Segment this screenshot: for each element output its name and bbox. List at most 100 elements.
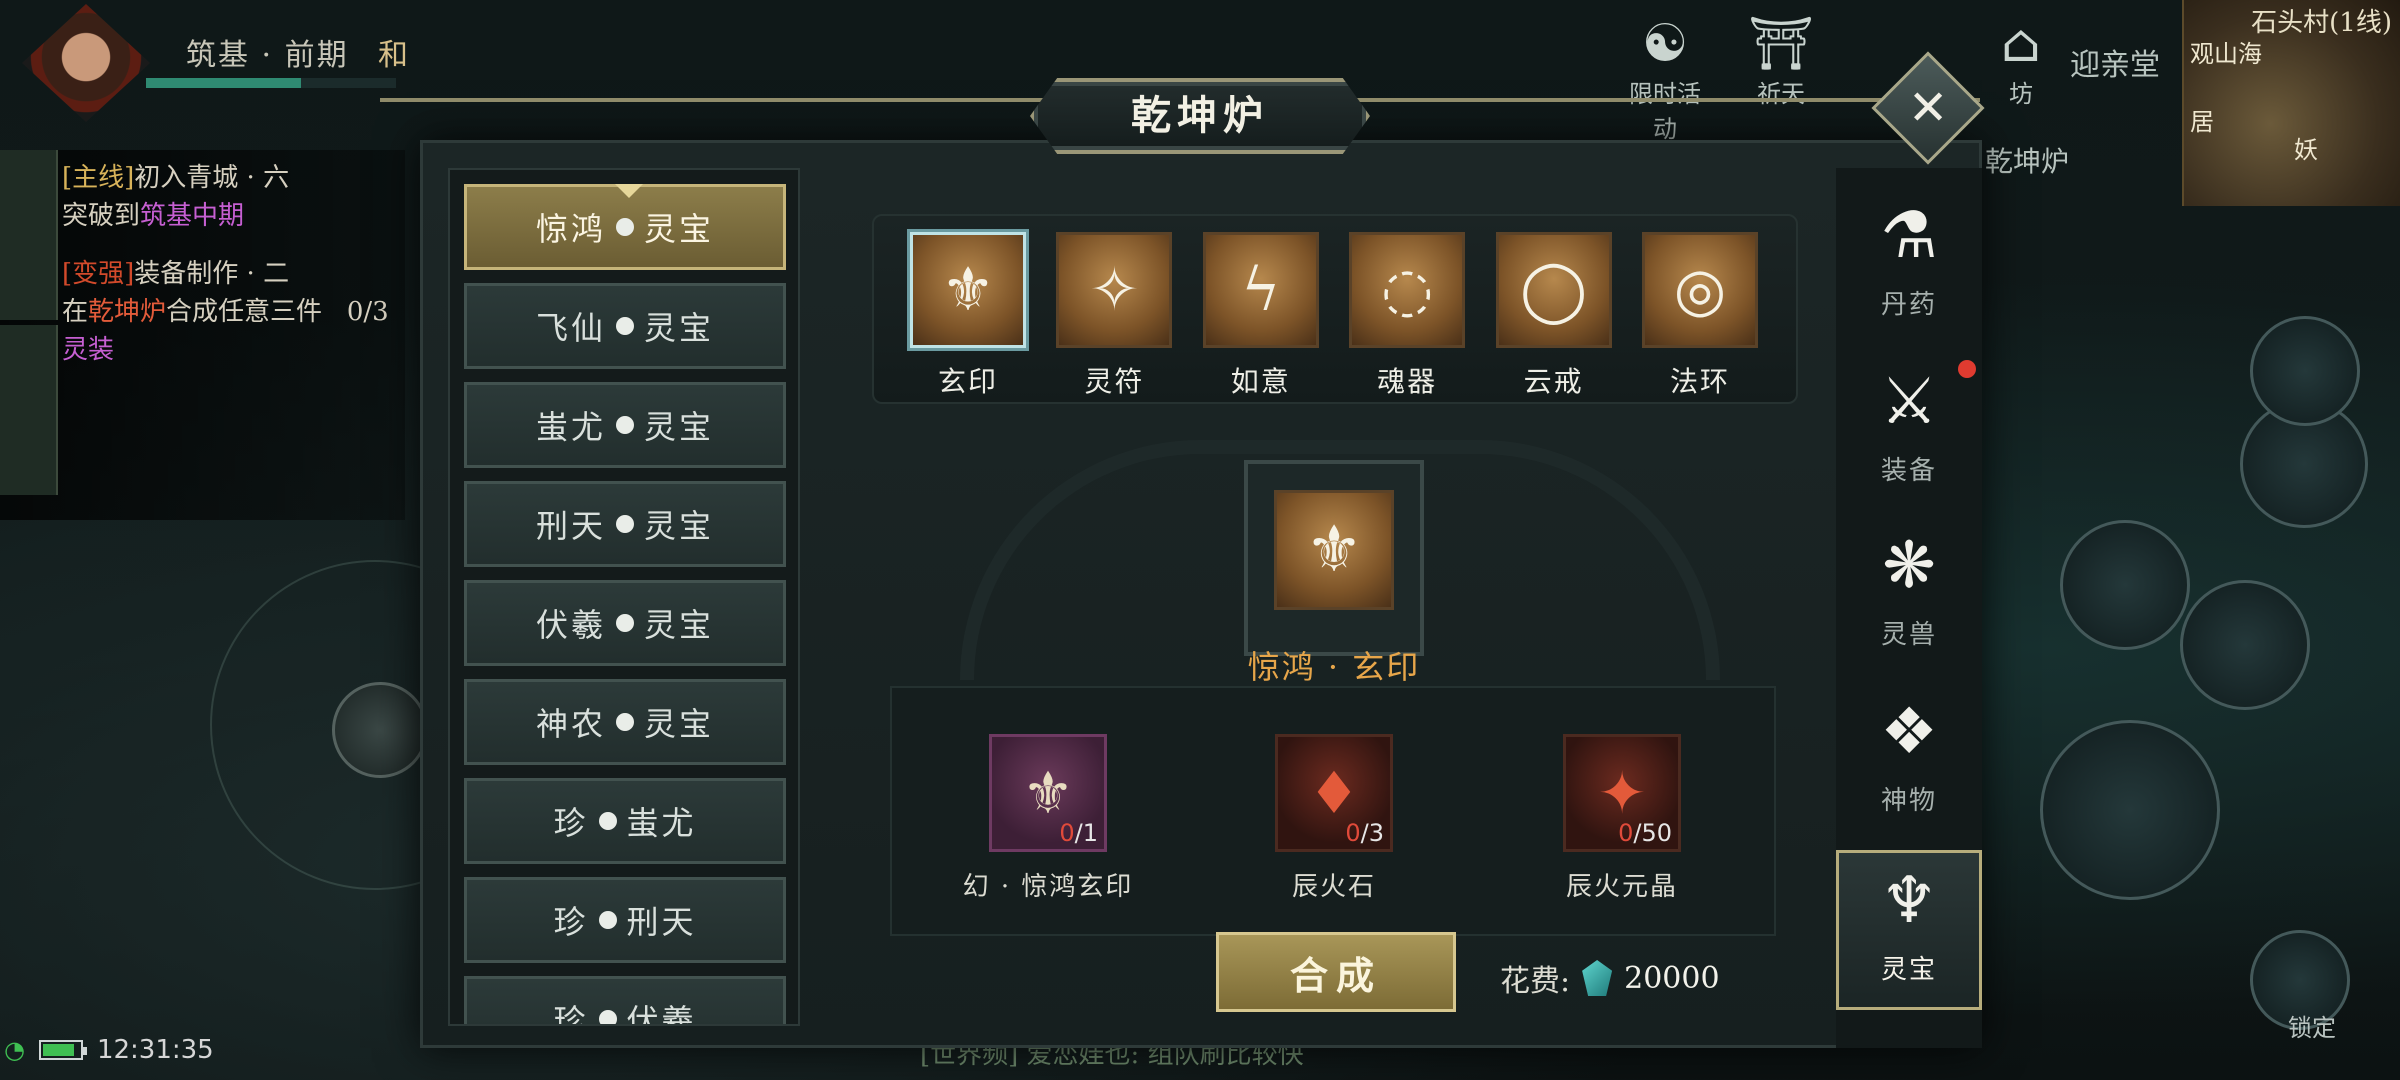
recipe-item-type: 灵宝 (644, 606, 715, 644)
quest-main-title[interactable]: [主线]初入青城 · 六 (62, 160, 289, 196)
category-ruyi[interactable]: ϟ 如意 (1202, 232, 1319, 400)
recipe-item[interactable]: 珍蚩尤 (464, 778, 786, 864)
wedding-hall-button[interactable]: 迎亲堂 (2070, 40, 2160, 84)
side-tab-sword[interactable]: ⚔ 装备 (1836, 354, 1982, 514)
recipe-item-name: 蚩尤 (535, 408, 606, 446)
furnace-shortcut-button[interactable]: 乾坤炉 (1972, 140, 2082, 180)
quest-side-target: 乾坤炉 (88, 297, 167, 327)
main-attack-button[interactable] (2040, 720, 2220, 900)
pray-button[interactable]: ⛩ 祈天 (1736, 14, 1826, 109)
material-need: /1 (1074, 819, 1098, 847)
quest-side-desc[interactable]: 在乾坤炉合成任意三件 0/3 (62, 294, 389, 330)
mortar-icon: ⚗ (1880, 199, 1938, 273)
joystick-knob[interactable] (332, 682, 428, 778)
skill-button-3[interactable] (2180, 580, 2310, 710)
quest-main-tag: [主线] (62, 163, 135, 193)
exp-bar-fill (146, 78, 301, 88)
category-seal[interactable]: ⚜ 玄印 (910, 232, 1026, 400)
recipe-item[interactable]: 神农 灵宝 (464, 679, 786, 765)
wifi-icon: ◔ (4, 1036, 25, 1064)
side-tab-mortar[interactable]: ⚗ 丹药 (1836, 188, 1982, 348)
dot-separator-icon (598, 911, 617, 929)
recipe-item[interactable]: 飞仙 灵宝 (464, 283, 786, 369)
recipe-item-name: 珍 (553, 1002, 589, 1026)
minimap-label-ju: 居 (2190, 108, 2214, 136)
cost-value: 20000 (1624, 960, 1720, 996)
compose-button[interactable]: 合成 (1216, 932, 1456, 1012)
quest-side-title[interactable]: [变强]装备制作 · 二 (62, 256, 289, 292)
recipe-item[interactable]: 刑天 灵宝 (464, 481, 786, 567)
dot-separator-icon (598, 1010, 617, 1024)
dot-separator-icon (616, 218, 634, 236)
category-label: 云戒 (1523, 365, 1584, 398)
recipe-list[interactable]: 惊鸿 灵宝 飞仙 灵宝 蚩尤 灵宝 刑天 灵宝 伏羲 灵宝 神农 灵宝珍蚩尤珍刑天珍伏羲 (448, 168, 800, 1026)
shop-icon: ⌂ (2001, 14, 2041, 74)
result-item-name: 惊鸿 · 玄印 (1247, 648, 1421, 686)
battery-fill (42, 1044, 74, 1056)
material-need: /3 (1360, 819, 1384, 847)
side-tab-label: 灵兽 (1880, 620, 1937, 650)
dot-separator-icon (616, 713, 634, 731)
ruyi-icon: ϟ (1202, 232, 1319, 348)
category-talisman[interactable]: ✧ 灵符 (1056, 232, 1173, 400)
bracelet-icon: ◎ (1642, 232, 1758, 348)
recipe-item-name: 珍 (553, 804, 589, 842)
recipe-item[interactable]: 伏羲 灵宝 (464, 580, 786, 666)
material-slot[interactable]: ✦ 0/50 辰火元晶 (1502, 734, 1742, 903)
limited-event-label: 限时活动 (1629, 80, 1701, 143)
material-slot[interactable]: ⚜ 0/1 幻 · 惊鸿玄印 (928, 734, 1168, 903)
side-tab-fan[interactable]: ❖ 神物 (1836, 684, 1982, 844)
recipe-item[interactable]: 珍 伏羲 (464, 976, 786, 1026)
category-ring[interactable]: ◯ 云戒 (1495, 232, 1612, 400)
fire-stone-icon: ♦ (1308, 759, 1360, 827)
limited-event-icon: ☯ (1641, 14, 1689, 74)
result-item[interactable]: ⚜ (1274, 490, 1394, 610)
dialog-title: 乾坤炉 (1131, 92, 1269, 139)
material-icon-box: ✦ 0/50 (1563, 734, 1681, 852)
recipe-item-type: 伏羲 (626, 1002, 697, 1026)
quest-main-desc-prefix: 突破到 (62, 201, 141, 231)
material-slot[interactable]: ♦ 0/3 辰火石 (1214, 734, 1454, 903)
side-tab-paw[interactable]: ❋ 灵兽 (1836, 518, 1982, 678)
side-tab-treasure[interactable]: ♆ 灵宝 (1836, 850, 1982, 1010)
recipe-item-name: 飞仙 (535, 309, 606, 347)
recipe-item-name: 珍 (553, 903, 589, 941)
ring-icon: ◯ (1495, 232, 1612, 348)
quest-tracker[interactable]: [主线]初入青城 · 六 突破到筑基中期 [变强]装备制作 · 二 在乾坤炉合成… (0, 150, 405, 520)
quest-side-name: 装备制作 · 二 (134, 259, 290, 289)
recipe-item-type: 灵宝 (644, 705, 715, 743)
recipe-item[interactable]: 珍刑天 (464, 877, 786, 963)
talisman-icon: ✧ (1056, 232, 1173, 348)
limited-event-button[interactable]: ☯ 限时活动 (1620, 14, 1710, 144)
quest-main-desc[interactable]: 突破到筑基中期 (62, 198, 244, 234)
category-label: 法环 (1669, 365, 1730, 398)
quest-side-desc-suffix: 合成任意三件 (166, 297, 323, 327)
lock-target-label: 锁定 (2288, 1014, 2336, 1042)
skill-button-2[interactable] (2060, 520, 2190, 650)
recipe-item-name: 神农 (535, 705, 606, 743)
device-status-bar: ◔ 12:31:35 (0, 1035, 214, 1065)
recipe-item[interactable]: 惊鸿 灵宝 (464, 184, 786, 270)
quest-side-desc-prefix: 在 (62, 297, 89, 327)
category-label: 玄印 (937, 365, 998, 398)
quest-side-tag: [变强] (62, 259, 135, 289)
material-need: /50 (1633, 819, 1672, 847)
material-have: 0 (1059, 819, 1075, 847)
category-bracelet[interactable]: ◎ 法环 (1642, 232, 1758, 400)
dot-separator-icon (616, 515, 634, 533)
category-beads[interactable]: ◌ 魂器 (1349, 232, 1466, 400)
quest-tab-team[interactable] (0, 325, 58, 495)
material-count: 0/50 (1618, 819, 1672, 847)
recipe-item-type: 蚩尤 (626, 804, 697, 842)
minimap-title: 石头村(1线) (2251, 8, 2392, 38)
shop-button[interactable]: ⌂ 坊 (1976, 14, 2066, 109)
quest-tab-quests[interactable] (0, 150, 58, 320)
phantom-seal-icon: ⚜ (1022, 759, 1074, 827)
jade-crystal-icon (1582, 960, 1613, 996)
dot-separator-icon (598, 812, 617, 830)
minimap[interactable]: 石头村(1线) 观山海 居 妖 (2182, 0, 2400, 206)
quest-side-progress: 0/3 (346, 297, 389, 327)
side-tab-label: 灵宝 (1880, 955, 1937, 985)
skill-button-4[interactable] (2250, 316, 2360, 426)
recipe-item[interactable]: 蚩尤 灵宝 (464, 382, 786, 468)
